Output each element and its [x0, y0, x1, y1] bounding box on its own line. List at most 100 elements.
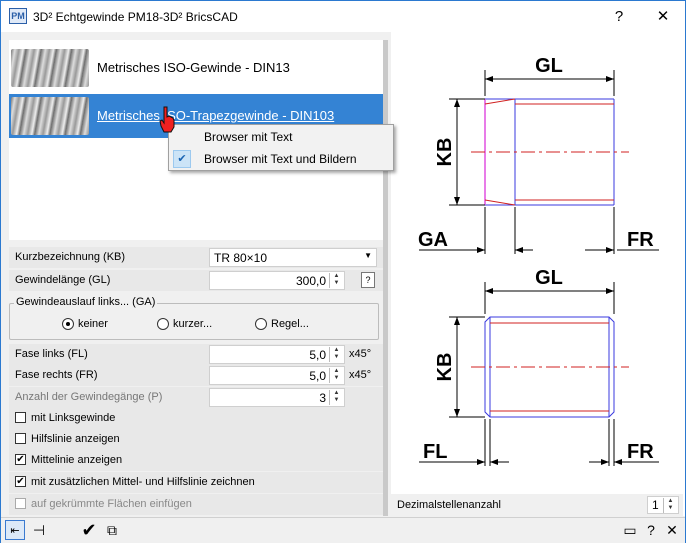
fase-links-label: Fase links (FL) — [15, 348, 88, 360]
fase-links-unit: x45° — [349, 348, 372, 360]
dialog-window: PM 3D² Echtgewinde PM18-3D² BricsCAD ? ✕… — [0, 0, 686, 543]
decimal-places-field[interactable]: 1 ▲ ▼ — [647, 496, 679, 514]
row-gewindelaenge: Gewindelänge (GL) 300,0 ▲ ▼ ? — [9, 270, 383, 291]
fase-rechts-label: Fase rechts (FR) — [15, 369, 98, 381]
thread-preview-drawing: GL KB GA FR GL KB FL FR — [418, 55, 659, 466]
thread-thumbnail — [11, 97, 89, 135]
pin-icon[interactable]: ⊣ — [29, 520, 49, 540]
spinner-icon[interactable]: ▲ ▼ — [329, 347, 343, 362]
bottom-kb-label: KB — [434, 353, 456, 382]
arrow-icon — [515, 247, 523, 253]
menu-item-label: Browser mit Text — [204, 130, 293, 144]
option-label: auf gekrümmte Flächen einfügen — [31, 498, 192, 510]
arrow-icon — [454, 317, 460, 325]
minimize-panel-icon[interactable]: ▭ — [620, 520, 640, 540]
radio-icon — [255, 318, 267, 330]
option-label: Hilfslinie anzeigen — [31, 433, 120, 445]
bottom-fl-label: FL — [423, 441, 447, 463]
option-zusaetzliche-linien[interactable]: ✔ mit zusätzlichen Mittel- und Hilfslini… — [9, 472, 383, 493]
option-label: Mittelinie anzeigen — [31, 454, 123, 466]
insert-icon[interactable]: ⧉ — [102, 520, 122, 540]
close-bottom-button[interactable]: ✕ — [662, 520, 682, 540]
gewindeauslauf-group: Gewindeauslauf links... (GA) keiner kurz… — [9, 296, 379, 340]
vertical-scrollbar[interactable] — [383, 40, 388, 516]
checkbox-icon[interactable] — [15, 412, 26, 423]
thread-item-din13[interactable]: Metrisches ISO-Gewinde - DIN13 — [9, 46, 383, 90]
spinner-icon[interactable]: ▲ ▼ — [329, 273, 343, 288]
thread-thumbnail — [11, 49, 89, 87]
decimal-places-label: Dezimalstellenanzahl — [397, 499, 501, 511]
panel-toggle-icon[interactable]: ⇤ — [5, 520, 25, 540]
gewindelaenge-value: 300,0 — [295, 274, 326, 288]
menu-item-browser-text-images[interactable]: ✔ Browser mit Text und Bildern — [169, 148, 393, 170]
checkbox-icon[interactable] — [15, 433, 26, 444]
runout-top — [484, 98, 516, 105]
fase-links-value: 5,0 — [309, 348, 326, 362]
bottom-gl-label: GL — [535, 267, 563, 289]
radio-label: Regel... — [271, 318, 309, 330]
row-fase-rechts: Fase rechts (FR) 5,0 ▲ ▼ x45° — [9, 365, 383, 386]
gewindegaenge-label: Anzahl der Gewindegänge (P) — [15, 391, 163, 403]
ok-check-button[interactable]: ✔ — [79, 520, 99, 540]
window-title: 3D² Echtgewinde PM18-3D² BricsCAD — [33, 10, 238, 24]
gewindegaenge-value: 3 — [319, 391, 326, 405]
bottom-toolbar: ⇤ ⊣ ✔ ⧉ ▭ ? ✕ — [1, 517, 685, 543]
spinner-icon[interactable]: ▲ ▼ — [329, 368, 343, 383]
arrow-icon — [601, 459, 609, 465]
radio-label: keiner — [78, 318, 108, 330]
top-gl-label: GL — [535, 55, 563, 77]
top-fr-label: FR — [627, 229, 654, 251]
row-fase-links: Fase links (FL) 5,0 ▲ ▼ x45° — [9, 344, 383, 365]
fase-rechts-field[interactable]: 5,0 ▲ ▼ — [209, 366, 345, 385]
radio-selected-icon — [62, 318, 74, 330]
arrow-icon — [606, 247, 614, 253]
decimal-places-value: 1 — [652, 498, 659, 512]
row-kurzbezeichnung: Kurzbezeichnung (KB) TR 80×10 ▼ — [9, 247, 383, 268]
gewindelaenge-field[interactable]: 300,0 ▲ ▼ — [209, 271, 345, 290]
gewindelaenge-label: Gewindelänge (GL) — [15, 274, 111, 286]
option-mittelinie[interactable]: ✔ Mittelinie anzeigen — [9, 450, 383, 471]
kurzbezeichnung-label: Kurzbezeichnung (KB) — [15, 251, 126, 263]
radio-icon — [157, 318, 169, 330]
arrow-icon — [614, 459, 622, 465]
thread-item-label: Metrisches ISO-Trapezgewinde - DIN103 — [97, 108, 335, 123]
app-icon: PM — [9, 8, 27, 24]
hand-cursor-icon — [159, 106, 175, 133]
row-gewindegaenge: Anzahl der Gewindegänge (P) 3 ▲ ▼ — [9, 387, 383, 408]
arrow-icon — [490, 459, 498, 465]
option-hilfslinie[interactable]: Hilfslinie anzeigen — [9, 429, 383, 450]
checkbox-checked-icon[interactable]: ✔ — [15, 476, 26, 487]
option-gekruemmte-flaechen: auf gekrümmte Flächen einfügen — [9, 494, 383, 515]
gewindelaenge-help-button[interactable]: ? — [361, 272, 375, 288]
menu-item-browser-text[interactable]: Browser mit Text — [169, 126, 393, 148]
help-bottom-button[interactable]: ? — [641, 520, 661, 540]
top-ga-label: GA — [418, 229, 448, 251]
left-pane: Metrisches ISO-Gewinde - DIN13 Metrische… — [7, 32, 388, 516]
checkmark-icon: ✔ — [173, 150, 191, 168]
fase-links-field[interactable]: 5,0 ▲ ▼ — [209, 345, 345, 364]
checkbox-checked-icon[interactable]: ✔ — [15, 454, 26, 465]
option-linksgewinde[interactable]: mit Linksgewinde — [9, 408, 383, 429]
help-button[interactable]: ? — [599, 1, 639, 32]
bottom-fr-label: FR — [627, 441, 654, 463]
kurzbezeichnung-combo[interactable]: TR 80×10 ▼ — [209, 248, 377, 267]
menu-item-label: Browser mit Text und Bildern — [204, 152, 357, 166]
runout-bottom — [484, 199, 516, 206]
thread-item-label: Metrisches ISO-Gewinde - DIN13 — [97, 60, 290, 75]
fase-rechts-value: 5,0 — [309, 369, 326, 383]
close-button[interactable]: ✕ — [643, 1, 683, 32]
arrow-icon — [606, 76, 614, 82]
title-bar: PM 3D² Echtgewinde PM18-3D² BricsCAD ? ✕ — [1, 1, 685, 32]
radio-label: kurzer... — [173, 318, 213, 330]
arrow-icon — [477, 459, 485, 465]
spinner-icon[interactable]: ▲ ▼ — [663, 498, 677, 513]
kurzbezeichnung-value: TR 80×10 — [214, 251, 268, 265]
arrow-icon — [454, 197, 460, 205]
decimal-places-row: Dezimalstellenanzahl 1 ▲ ▼ — [391, 494, 683, 516]
gewindegaenge-field[interactable]: 3 ▲ ▼ — [209, 388, 345, 407]
chevron-down-icon[interactable]: ▼ — [364, 251, 372, 260]
spinner-icon[interactable]: ▲ ▼ — [329, 390, 343, 405]
fase-rechts-unit: x45° — [349, 369, 372, 381]
arrow-icon — [485, 76, 493, 82]
checkbox-disabled-icon — [15, 498, 26, 509]
